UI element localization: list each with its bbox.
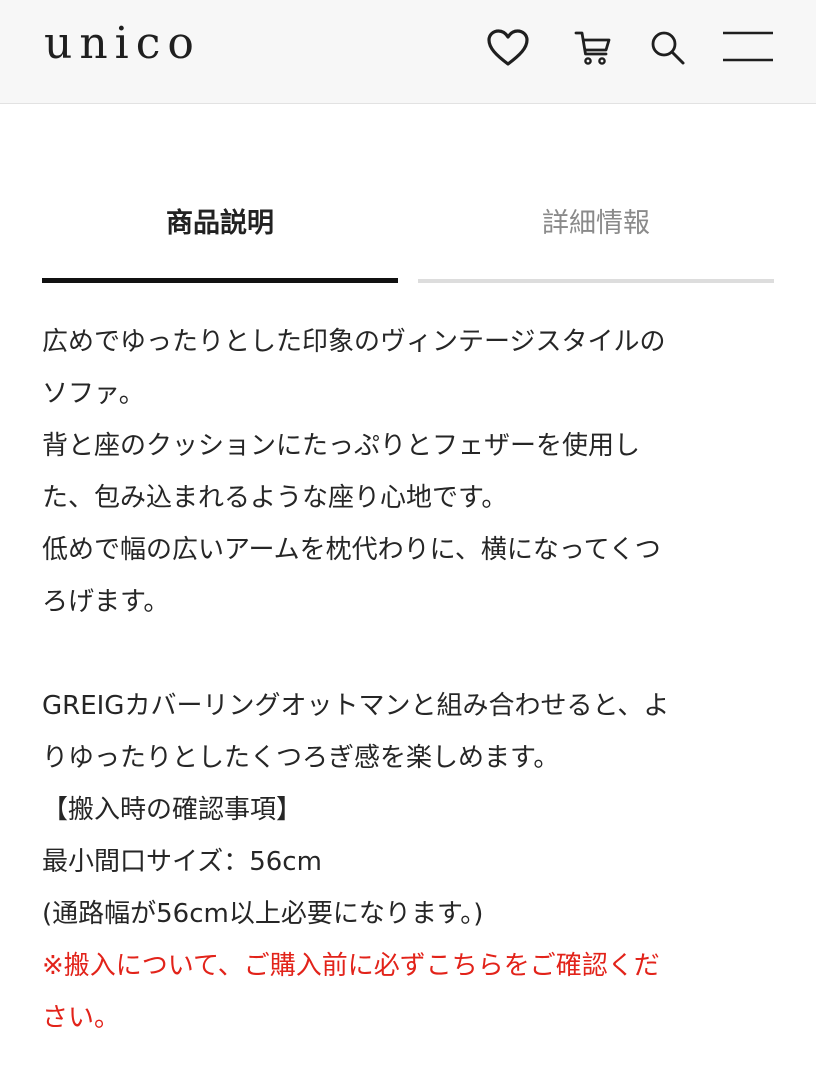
description-line: GREIGカバーリングオットマンと組み合わせると、よ (42, 691, 670, 721)
product-description: 広めでゆったりとした印象のヴィンテージスタイルの ソファ。 背と座のクッションに… (42, 316, 782, 1044)
delivery-check-heading: 【搬入時の確認事項】 (42, 795, 303, 825)
search-icon[interactable] (648, 28, 688, 68)
description-line: た、包み込まれるような座り心地です。 (42, 483, 508, 513)
description-line: 広めでゆったりとした印象のヴィンテージスタイルの (42, 327, 666, 357)
delivery-notice-link[interactable]: さい。 (42, 992, 782, 1044)
description-line: 低めで幅の広いアームを枕代わりに、横になってくつ (42, 535, 661, 565)
min-opening-size: 最小間口サイズ：56cm (42, 847, 322, 877)
product-tabs: 商品説明 詳細情報 (0, 180, 816, 290)
menu-icon[interactable] (722, 30, 774, 64)
description-line: 背と座のクッションにたっぷりとフェザーを使用し (42, 431, 641, 461)
tab-active-indicator (42, 278, 398, 283)
site-header: unico (0, 0, 816, 104)
tab-product-description[interactable]: 商品説明 (42, 180, 398, 286)
delivery-notice-link[interactable]: ※搬入について、ご購入前に必ずこちらをご確認くだ (42, 940, 782, 992)
tab-inactive-indicator (418, 279, 774, 283)
description-line: りゆったりとしたくつろぎ感を楽しめます。 (42, 743, 560, 773)
description-line: ろげます。 (42, 587, 170, 617)
tab-detail-info[interactable]: 詳細情報 (418, 180, 774, 286)
tab-detail-info-label: 詳細情報 (542, 208, 650, 239)
passage-width-note: (通路幅が56cm以上必要になります。) (42, 899, 484, 929)
description-line: ソファ。 (42, 379, 145, 409)
cart-icon[interactable] (574, 28, 614, 68)
site-logo[interactable]: unico (44, 18, 201, 70)
tab-product-description-label: 商品説明 (166, 208, 274, 239)
heart-icon[interactable] (486, 28, 530, 68)
